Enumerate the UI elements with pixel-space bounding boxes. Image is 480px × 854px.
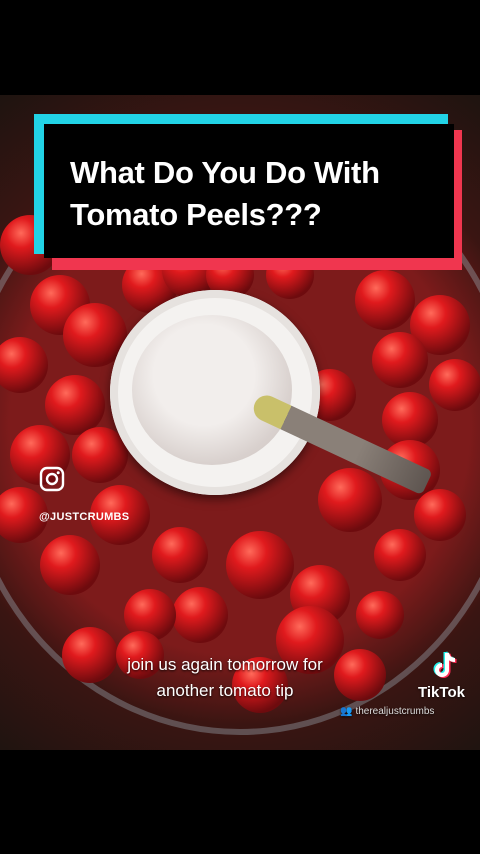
instagram-handle[interactable]: @JUSTCRUMBS [39, 511, 129, 523]
cherry-tomato [382, 392, 438, 448]
instagram-icon[interactable] [39, 466, 65, 492]
tiktok-label: TikTok [418, 684, 465, 701]
cherry-tomato [356, 591, 404, 639]
cherry-tomato [226, 531, 294, 599]
cherry-tomato [40, 535, 100, 595]
video-caption: join us again tomorrow for another tomat… [127, 655, 323, 700]
tiktok-username-text: therealjustcrumbs [355, 706, 435, 717]
cherry-tomato [355, 270, 415, 330]
tiktok-username[interactable]: 👥 therealjustcrumbs [340, 706, 434, 717]
tiktok-logo-icon [433, 651, 457, 678]
cherry-tomato [45, 375, 105, 435]
title-text: What Do You Do With Tomato Peels??? [70, 155, 380, 232]
cherry-tomato [374, 529, 426, 581]
salt [132, 315, 292, 465]
title-banner: What Do You Do With Tomato Peels??? [44, 124, 454, 258]
cherry-tomato [0, 337, 48, 393]
cherry-tomato [372, 332, 428, 388]
user-icon: 👥 [340, 706, 353, 717]
cherry-tomato [152, 527, 208, 583]
cherry-tomato [429, 359, 480, 411]
cherry-tomato [318, 468, 382, 532]
cherry-tomato [414, 489, 466, 541]
cherry-tomato [172, 587, 228, 643]
